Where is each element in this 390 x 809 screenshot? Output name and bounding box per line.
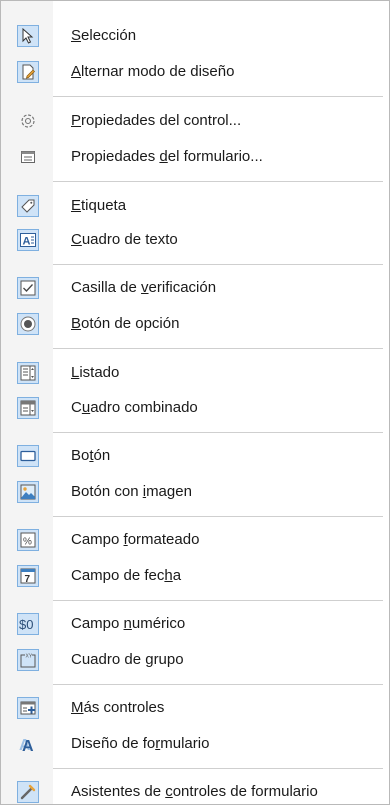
image-button-icon	[17, 481, 39, 503]
separator	[53, 96, 383, 97]
separator	[53, 432, 383, 433]
label-tag-icon	[17, 195, 39, 217]
menu-item-label: Casilla de verificación	[71, 279, 217, 296]
menu-item-cuadro-combinado[interactable]: Cuadro combinado	[1, 391, 389, 425]
select-arrow-icon	[17, 25, 39, 47]
menu-item-mas-controles[interactable]: Más controles	[1, 691, 389, 725]
menu-item-label: Campo formateado	[71, 531, 200, 548]
menu-item-label: Selección	[71, 27, 137, 44]
more-controls-icon	[17, 697, 39, 719]
svg-text:A: A	[23, 236, 31, 248]
menu-item-label: Cuadro de texto	[71, 231, 178, 248]
radio-button-icon	[17, 313, 39, 335]
list-box-icon	[17, 362, 39, 384]
menu-item-cuadro-texto[interactable]: A Cuadro de texto	[1, 223, 389, 257]
menu-item-asistentes-controles[interactable]: Asistentes de controles de formulario	[1, 775, 389, 809]
menu-item-label: Botón de opción	[71, 315, 180, 332]
numeric-field-icon: $0	[17, 613, 39, 635]
menu-item-label: Botón	[71, 447, 111, 464]
separator	[53, 600, 383, 601]
separator	[53, 264, 383, 265]
menu-item-seleccion[interactable]: Selección	[1, 19, 389, 53]
separator	[53, 181, 383, 182]
menu-item-boton-opcion[interactable]: Botón de opción	[1, 307, 389, 341]
menu-item-campo-formateado[interactable]: % Campo formateado	[1, 523, 389, 557]
svg-text:7: 7	[25, 574, 31, 584]
menu-item-propiedades-formulario[interactable]: Propiedades del formulario...	[1, 140, 389, 174]
svg-text:$0: $0	[19, 617, 33, 632]
menu-item-propiedades-control[interactable]: Propiedades del control...	[1, 104, 389, 138]
formatted-field-icon: %	[17, 529, 39, 551]
separator	[53, 768, 383, 769]
menu-item-label: Cuadro de grupo	[71, 651, 184, 668]
design-mode-icon	[17, 61, 39, 83]
menu-item-alternar-modo-diseno[interactable]: Alternar modo de diseño	[1, 55, 389, 89]
form-design-icon: AA	[17, 733, 39, 755]
control-properties-gear-icon	[17, 110, 39, 132]
control-wizards-icon	[17, 781, 39, 803]
menu-item-label: Listado	[71, 364, 120, 381]
menu-item-label: Cuadro combinado	[71, 399, 198, 416]
menu-item-label: Campo de fecha	[71, 567, 182, 584]
svg-text:XY: XY	[26, 654, 33, 660]
text-box-icon: A	[17, 229, 39, 251]
menu-item-etiqueta[interactable]: Etiqueta	[1, 189, 389, 223]
svg-text:%: %	[23, 537, 32, 548]
menu-item-casilla-verificacion[interactable]: Casilla de verificación	[1, 271, 389, 305]
push-button-icon	[17, 445, 39, 467]
menu-item-label: Propiedades del formulario...	[71, 148, 263, 165]
menu-item-boton-con-imagen[interactable]: Botón con imagen	[1, 475, 389, 509]
menu-item-label: Campo numérico	[71, 615, 186, 632]
menu-item-cuadro-grupo[interactable]: XY Cuadro de grupo	[1, 643, 389, 677]
combo-box-icon	[17, 397, 39, 419]
menu-item-label: Asistentes de controles de formulario	[71, 783, 318, 800]
menu-item-label: Etiqueta	[71, 197, 127, 214]
menu-item-label: Más controles	[71, 699, 165, 716]
form-properties-icon	[17, 146, 39, 168]
separator	[53, 684, 383, 685]
date-field-icon: 7	[17, 565, 39, 587]
menu-item-boton[interactable]: Botón	[1, 439, 389, 473]
menu-item-label: Alternar modo de diseño	[71, 63, 235, 80]
checkbox-icon	[17, 277, 39, 299]
separator	[53, 516, 383, 517]
menu-item-diseno-formulario[interactable]: AA Diseño de formulario	[1, 727, 389, 761]
menu-item-campo-numerico[interactable]: $0 Campo numérico	[1, 607, 389, 641]
menu-item-label: Botón con imagen	[71, 483, 192, 500]
form-controls-menu: Selección Alternar modo de diseño Propie…	[0, 0, 390, 805]
menu-item-label: Diseño de formulario	[71, 735, 210, 752]
menu-item-label: Propiedades del control...	[71, 112, 242, 129]
menu-item-listado[interactable]: Listado	[1, 356, 389, 390]
separator	[53, 348, 383, 349]
svg-text:A: A	[22, 738, 34, 753]
group-box-icon: XY	[17, 649, 39, 671]
menu-item-campo-fecha[interactable]: 7 Campo de fecha	[1, 559, 389, 593]
